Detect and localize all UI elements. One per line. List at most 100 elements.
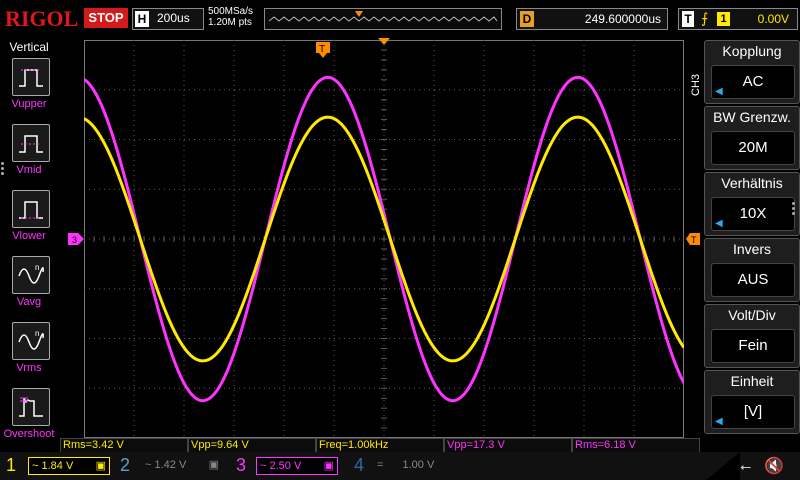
acquisition-info: 500MSa/s 1.20M pts bbox=[208, 6, 253, 28]
waveform-display[interactable] bbox=[84, 40, 684, 438]
menu-kopplung-value-text: AC bbox=[742, 73, 764, 90]
vupper-label: Vupper bbox=[11, 98, 47, 110]
measurement-item[interactable]: Vpp=9.64 V bbox=[188, 438, 316, 453]
ch3-scale[interactable]: ~ 2.50 V ▣ bbox=[256, 457, 338, 475]
status-triangle-icon bbox=[706, 452, 740, 480]
vrms-label: Vrms bbox=[16, 362, 42, 374]
trigger-level-marker[interactable]: T bbox=[686, 233, 700, 245]
ch1-scale[interactable]: ~ 1.84 V ▣ bbox=[28, 457, 110, 475]
svg-text:n: n bbox=[35, 263, 39, 272]
measure-vmid[interactable]: Vmid bbox=[0, 124, 58, 186]
svg-text:T: T bbox=[691, 235, 697, 245]
menu-kopplung[interactable]: Kopplung ◀ AC bbox=[704, 40, 800, 104]
measure-vavg[interactable]: n Vavg bbox=[0, 256, 58, 318]
menu-bw-limit-title: BW Grenzw. bbox=[713, 109, 791, 125]
menu-verhaeltnis-value[interactable]: ◀ 10X bbox=[711, 197, 795, 231]
vmid-button[interactable] bbox=[12, 124, 50, 162]
ch1-number[interactable]: 1 bbox=[6, 455, 16, 476]
menu-kopplung-title: Kopplung bbox=[722, 43, 782, 59]
vmid-label: Vmid bbox=[16, 164, 42, 176]
menu-einheit-value-text: [V] bbox=[743, 403, 763, 420]
brand-logo: RIGOL bbox=[5, 6, 79, 31]
memory-depth: 1.20M pts bbox=[208, 17, 252, 28]
timebase-value: 200us bbox=[157, 11, 190, 25]
svg-text:T: T bbox=[319, 44, 325, 55]
measure-menu: Vertical Vupper Vmid Vlower n Vavg n Vrm… bbox=[0, 38, 58, 440]
overshoot-button[interactable] bbox=[12, 388, 50, 426]
vupper-icon bbox=[19, 69, 43, 87]
menu-verhaeltnis-value-text: 10X bbox=[739, 205, 767, 222]
horizontal-tag: H bbox=[135, 11, 149, 27]
vupper-button[interactable] bbox=[12, 58, 50, 96]
bw-limit-icon: ▣ bbox=[208, 459, 219, 471]
vavg-label: Vavg bbox=[16, 296, 42, 308]
ac-coupling-icon: ~ bbox=[260, 460, 267, 472]
measurement-item[interactable]: Rms=6.18 V bbox=[572, 438, 700, 453]
status-bar: RIGOL STOP H 200us 500MSa/s 1.20M pts D … bbox=[0, 0, 800, 38]
menu-kopplung-value[interactable]: ◀ AC bbox=[711, 65, 795, 99]
menu-invers[interactable]: Invers AUS bbox=[704, 238, 800, 302]
delay-value: 249.600000us bbox=[584, 12, 661, 26]
measure-vupper[interactable]: Vupper bbox=[0, 58, 58, 120]
ch3-number[interactable]: 3 bbox=[236, 455, 246, 476]
left-arrow-icon: ◀ bbox=[715, 416, 723, 427]
memory-overview-strip[interactable] bbox=[264, 8, 502, 30]
trigger-level: 0.00V bbox=[757, 12, 789, 26]
measure-vrms[interactable]: n Vrms bbox=[0, 322, 58, 384]
right-menu-page-dots bbox=[792, 200, 798, 217]
measure-overshoot[interactable]: Overshoot bbox=[0, 388, 58, 450]
run-stop-button[interactable]: STOP bbox=[84, 8, 128, 28]
timebase-display[interactable]: H 200us bbox=[132, 8, 204, 30]
trigger-source: 1 bbox=[717, 12, 730, 26]
vavg-button[interactable]: n bbox=[12, 256, 50, 294]
trigger-display[interactable]: T ⨍ 1 0.00V bbox=[678, 8, 798, 30]
ch4-number[interactable]: 4 bbox=[354, 455, 364, 476]
menu-einheit[interactable]: Einheit ◀ [V] bbox=[704, 370, 800, 434]
ch1-scale-value: 1.84 V bbox=[41, 460, 74, 472]
menu-volt-div-value[interactable]: Fein bbox=[711, 329, 795, 363]
overshoot-icon bbox=[19, 397, 43, 417]
ch2-number[interactable]: 2 bbox=[120, 455, 130, 476]
vlower-icon bbox=[19, 201, 43, 219]
waveform-canvas bbox=[84, 40, 684, 438]
dc-coupling-icon: = bbox=[377, 459, 384, 471]
menu-einheit-value[interactable]: ◀ [V] bbox=[711, 395, 795, 429]
ch3-offset-marker-label: 3 bbox=[72, 235, 77, 245]
trigger-position-marker[interactable]: T bbox=[316, 42, 330, 58]
left-arrow-icon: ◀ bbox=[715, 218, 723, 229]
vrms-button[interactable]: n bbox=[12, 322, 50, 360]
menu-volt-div[interactable]: Volt/Div Fein bbox=[704, 304, 800, 368]
ch4-scale-value: 1.00 V bbox=[402, 459, 435, 471]
measurement-item[interactable]: Freq=1.00kHz bbox=[316, 438, 444, 453]
left-arrow-icon: ◀ bbox=[715, 86, 723, 97]
rising-edge-icon: ⨍ bbox=[701, 10, 709, 26]
menu-invers-value[interactable]: AUS bbox=[711, 263, 795, 297]
channel-menu: Kopplung ◀ AC BW Grenzw. 20M Verhältnis … bbox=[702, 38, 800, 438]
center-axis-ticks bbox=[84, 40, 684, 438]
left-menu-page-dots bbox=[1, 160, 7, 177]
trigger-tag: T bbox=[682, 11, 694, 27]
overshoot-label: Overshoot bbox=[3, 428, 55, 440]
measurement-item[interactable]: Rms=3.42 V bbox=[60, 438, 188, 453]
vlower-label: Vlower bbox=[12, 230, 46, 242]
vlower-button[interactable] bbox=[12, 190, 50, 228]
menu-bw-limit-value[interactable]: 20M bbox=[711, 131, 795, 165]
measure-vlower[interactable]: Vlower bbox=[0, 190, 58, 252]
ch2-scale[interactable]: ~ 1.42 V ▣ bbox=[142, 457, 222, 473]
menu-verhaeltnis-title: Verhältnis bbox=[721, 175, 783, 191]
ch3-offset-marker[interactable]: 3 bbox=[68, 233, 84, 245]
memory-window-marker-icon bbox=[355, 11, 363, 17]
speaker-mute-icon[interactable]: 🔇 bbox=[764, 456, 784, 476]
measurement-item[interactable]: Vpp=17.3 V bbox=[444, 438, 572, 453]
vavg-icon: n bbox=[18, 263, 44, 284]
memory-wave-icon bbox=[268, 11, 498, 22]
measurement-bar: Rms=3.42 V Vpp=9.64 V Freq=1.00kHz Vpp=1… bbox=[60, 438, 700, 453]
menu-volt-div-title: Volt/Div bbox=[728, 307, 776, 323]
usb-icon: ⭠ bbox=[740, 458, 752, 474]
ch3-scale-value: 2.50 V bbox=[269, 460, 302, 472]
menu-bw-limit[interactable]: BW Grenzw. 20M bbox=[704, 106, 800, 170]
ch4-scale[interactable]: = 1.00 V bbox=[374, 457, 454, 473]
delay-display[interactable]: D 249.600000us bbox=[516, 8, 668, 30]
menu-verhaeltnis[interactable]: Verhältnis ◀ 10X bbox=[704, 172, 800, 236]
channel-menu-label: CH3 bbox=[690, 73, 702, 96]
